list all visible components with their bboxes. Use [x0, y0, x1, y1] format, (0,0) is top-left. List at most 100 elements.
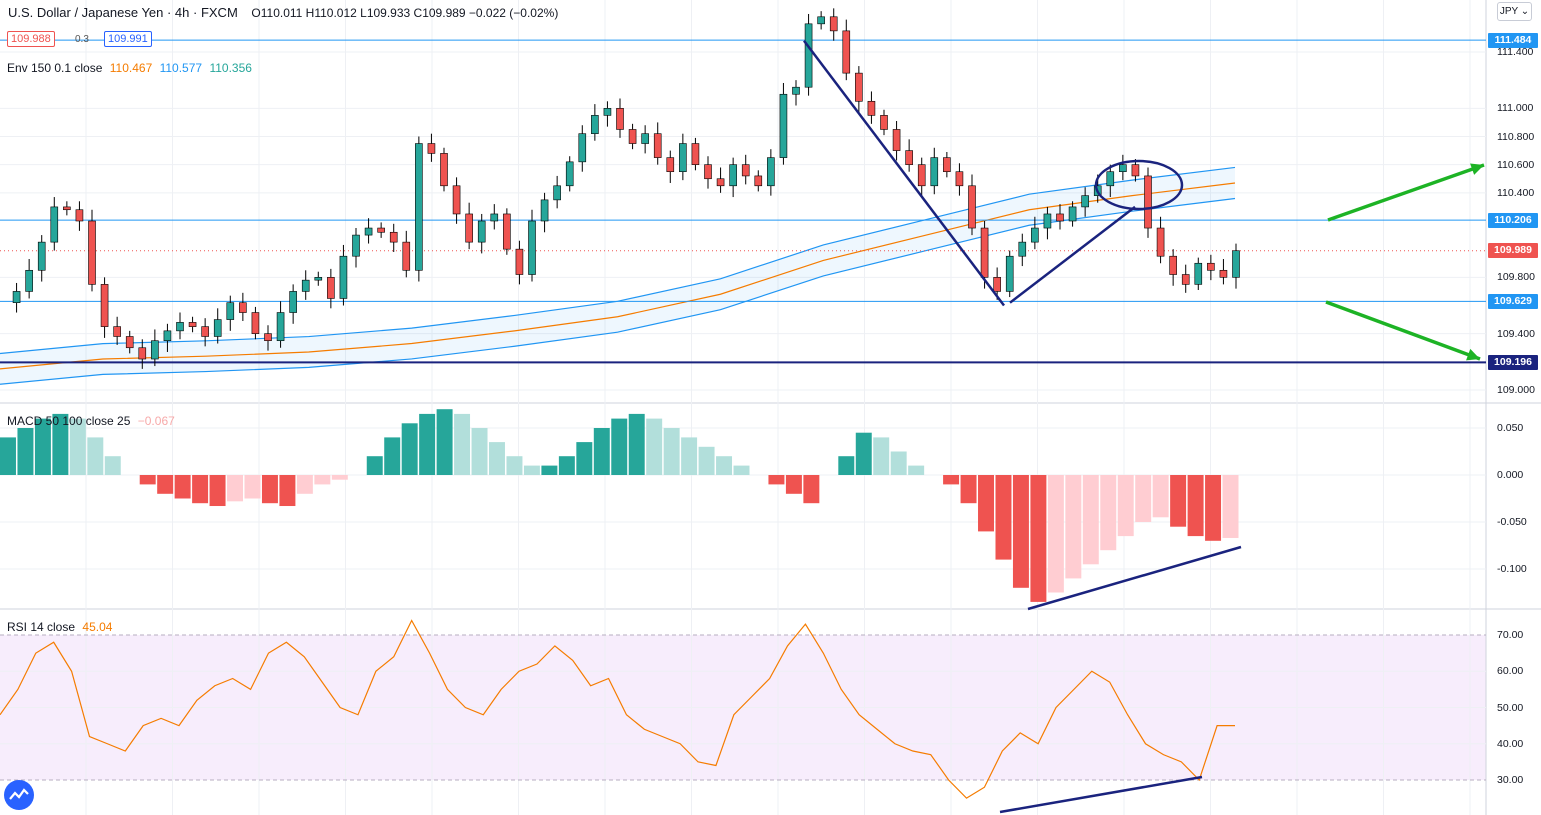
candle — [1194, 262, 1203, 285]
macd-bar — [1100, 475, 1117, 551]
candle — [943, 157, 951, 173]
macd-bar — [576, 442, 593, 475]
candle — [377, 227, 385, 233]
symbol-title: U.S. Dollar / Japanese Yen · 4h · FXCM O… — [8, 5, 558, 20]
candle — [465, 213, 473, 243]
macd-bar — [593, 428, 610, 475]
candle — [917, 164, 926, 187]
rsi-axis-label: 50.00 — [1497, 701, 1524, 714]
macd-bar — [401, 423, 418, 475]
tradingview-logo-icon[interactable] — [4, 780, 34, 810]
price-axis-label: 109.800 — [1497, 271, 1535, 284]
candle — [339, 255, 348, 299]
candle — [75, 209, 84, 222]
macd-axis-label: -0.050 — [1497, 516, 1527, 528]
env-name: Env 150 0.1 close — [7, 61, 103, 75]
price-axis-label: 109.400 — [1497, 327, 1535, 340]
candle — [515, 248, 524, 275]
macd-bar — [733, 465, 750, 475]
macd-bar — [803, 475, 820, 504]
rsi-axis-label: 30.00 — [1497, 774, 1524, 786]
macd-bar — [768, 475, 785, 485]
ohlc-readout: O110.011 H110.012 L109.933 C109.989 −0.0… — [251, 6, 559, 20]
projection-arrow-up-head — [1470, 163, 1484, 175]
candle — [327, 277, 335, 299]
macd-bar — [1012, 475, 1029, 588]
currency-dropdown[interactable]: JPY ⌄ — [1497, 2, 1532, 21]
candle — [251, 312, 260, 334]
env-value-1: 110.467 — [109, 61, 153, 75]
candle — [301, 279, 310, 292]
candle — [352, 234, 360, 257]
buy-price-button[interactable]: 109.991 — [104, 31, 152, 47]
candle — [565, 161, 574, 187]
envelope-fill — [0, 167, 1235, 385]
candle — [415, 143, 423, 271]
rsi-axis-label: 60.00 — [1497, 665, 1524, 678]
candle — [1081, 195, 1089, 208]
projection-arrow-down — [1325, 300, 1481, 361]
macd-axis-label: -0.100 — [1497, 563, 1527, 575]
candle — [779, 93, 788, 158]
candle — [691, 143, 700, 165]
candle — [239, 302, 247, 313]
symbol-name[interactable]: U.S. Dollar / Japanese Yen · 4h · FXCM — [8, 5, 238, 20]
macd-bar — [838, 456, 855, 475]
macd-bar — [681, 437, 698, 475]
candle — [767, 157, 775, 187]
env-indicator-label[interactable]: Env 150 0.1 close 110.467 110.577 110.35… — [7, 61, 252, 75]
sell-price-button[interactable]: 109.988 — [7, 31, 55, 47]
macd-bar — [890, 451, 907, 475]
candle — [264, 333, 272, 342]
candle — [930, 157, 939, 187]
price-axis-label: 110.600 — [1497, 158, 1535, 171]
candle — [503, 213, 511, 250]
price-tag: 109.196 — [1488, 354, 1538, 370]
candle — [188, 322, 197, 327]
macd-bar — [261, 475, 278, 504]
macd-bar — [1152, 475, 1169, 518]
candle — [1068, 206, 1077, 222]
macd-bar — [209, 475, 226, 507]
env-value-2: 110.577 — [159, 61, 203, 75]
macd-axis-label: 0.000 — [1497, 469, 1524, 481]
candle — [1119, 164, 1127, 173]
price-axis-label: 109.000 — [1497, 384, 1535, 396]
candle — [1056, 213, 1064, 222]
chart-canvas[interactable] — [0, 0, 1541, 815]
candle — [1144, 175, 1152, 229]
candle — [540, 199, 549, 222]
candle — [364, 227, 373, 236]
macd-bar — [384, 437, 401, 475]
macd-bar — [1030, 475, 1047, 602]
price-axis-label: 110.800 — [1497, 130, 1535, 143]
macd-axis-label: 0.050 — [1497, 422, 1524, 434]
candle — [151, 340, 159, 360]
candle — [716, 178, 725, 187]
candle — [578, 133, 587, 163]
rsi-name: RSI 14 close — [7, 620, 76, 634]
macd-indicator-label[interactable]: MACD 50 100 close 25 −0.067 — [7, 414, 175, 428]
candle — [653, 133, 662, 158]
candle — [1043, 213, 1052, 229]
candle — [905, 150, 913, 165]
candle — [616, 108, 624, 130]
macd-bar — [943, 475, 960, 485]
macd-bar — [1205, 475, 1222, 541]
candle — [63, 206, 71, 211]
candle — [792, 86, 800, 95]
macd-bar — [995, 475, 1012, 560]
candle — [1219, 269, 1228, 278]
candle — [1156, 227, 1165, 257]
rsi-axis-label: 40.00 — [1497, 737, 1524, 750]
candle — [741, 164, 750, 177]
rsi-indicator-label[interactable]: RSI 14 close 45.04 — [7, 620, 112, 634]
candle — [389, 231, 398, 243]
candle — [88, 220, 96, 285]
rsi-divergence-line — [999, 775, 1203, 814]
macd-bar — [0, 437, 16, 475]
candle — [113, 326, 121, 337]
price-axis-label: 111.400 — [1497, 46, 1534, 58]
candle — [440, 153, 448, 187]
candle — [1232, 250, 1240, 278]
